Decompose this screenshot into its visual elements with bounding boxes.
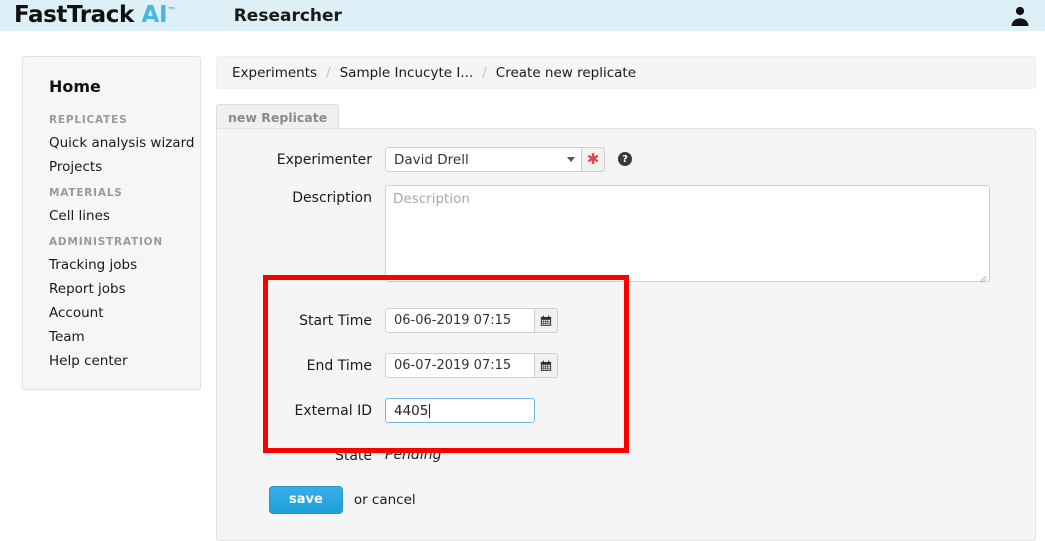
- breadcrumb-item-experiments[interactable]: Experiments: [232, 65, 317, 81]
- tab-new-replicate[interactable]: new Replicate: [216, 104, 340, 129]
- replicate-form-panel-wrap: new Replicate Experimenter David Drell ✱…: [216, 103, 1036, 541]
- external-id-value: 4405: [394, 402, 429, 419]
- breadcrumb-separator: /: [326, 64, 331, 81]
- description-label: Description: [292, 190, 372, 206]
- or-text: or: [353, 492, 372, 508]
- app-logo[interactable]: FastTrack AI™: [14, 4, 176, 27]
- sidebar-item-help-center[interactable]: Help center: [23, 349, 200, 373]
- sidebar-item-tracking-jobs[interactable]: Tracking jobs: [23, 253, 200, 277]
- form-row-state: State Pending: [217, 443, 1035, 464]
- user-avatar-icon[interactable]: [1008, 4, 1032, 28]
- experimenter-selected-value: David Drell: [394, 151, 469, 168]
- save-button[interactable]: save: [269, 486, 343, 514]
- form-row-experimenter: Experimenter David Drell ✱ ?: [217, 147, 1035, 172]
- breadcrumb: Experiments / Sample Incucyte I... / Cre…: [216, 56, 1036, 89]
- sidebar-group-replicates: REPLICATES: [49, 114, 128, 126]
- sidebar-item-account[interactable]: Account: [23, 301, 200, 325]
- help-icon[interactable]: ?: [618, 152, 632, 166]
- sidebar-item-projects[interactable]: Projects: [23, 155, 200, 179]
- sidebar-item-cell-lines[interactable]: Cell lines: [23, 204, 200, 228]
- sidebar-group-administration: ADMINISTRATION: [49, 236, 163, 248]
- page-title: Researcher: [233, 5, 342, 26]
- form-row-external-id: External ID 4405: [217, 398, 1035, 423]
- form-row-description: Description Description: [217, 185, 1035, 283]
- description-textarea[interactable]: Description: [385, 185, 990, 283]
- sidebar-item-home[interactable]: Home: [23, 71, 200, 106]
- breadcrumb-item-create-new-replicate: Create new replicate: [495, 64, 637, 81]
- cancel-area: or cancel: [354, 492, 416, 508]
- cancel-link[interactable]: cancel: [372, 492, 416, 508]
- sidebar-item-report-jobs[interactable]: Report jobs: [23, 277, 200, 301]
- sidebar: Home REPLICATES Quick analysis wizard Pr…: [22, 56, 201, 390]
- experimenter-select[interactable]: David Drell: [385, 147, 582, 172]
- form-actions: save or cancel: [269, 486, 1035, 514]
- form-row-end-time: End Time 06-07-2019 07:15: [217, 353, 1035, 378]
- calendar-icon[interactable]: [535, 308, 558, 333]
- logo-text-accent: AI: [141, 2, 168, 28]
- external-id-input[interactable]: 4405: [385, 398, 535, 423]
- state-value: Pending: [385, 447, 442, 463]
- sidebar-group-materials: MATERIALS: [49, 187, 123, 199]
- app-header: FastTrack AI™ Researcher: [0, 0, 1045, 31]
- breadcrumb-separator: /: [482, 64, 487, 81]
- description-placeholder: Description: [393, 191, 470, 207]
- text-cursor: [429, 403, 431, 418]
- logo-text-main: FastTrack: [14, 2, 134, 28]
- calendar-icon[interactable]: [535, 353, 558, 378]
- external-id-label: External ID: [294, 403, 372, 419]
- experimenter-required-button[interactable]: ✱: [582, 147, 605, 172]
- start-time-input[interactable]: 06-06-2019 07:15: [385, 308, 535, 333]
- end-time-input[interactable]: 06-07-2019 07:15: [385, 353, 535, 378]
- experimenter-label: Experimenter: [276, 152, 372, 168]
- page-body: Home REPLICATES Quick analysis wizard Pr…: [0, 31, 1045, 541]
- form-row-start-time: Start Time 06-06-2019 07:15: [217, 308, 1035, 333]
- state-label: State: [334, 448, 372, 464]
- breadcrumb-item-sample-incucyte[interactable]: Sample Incucyte I...: [340, 65, 474, 81]
- replicate-form: Experimenter David Drell ✱ ? Description: [216, 128, 1036, 541]
- resize-handle-icon[interactable]: [978, 271, 987, 283]
- start-time-label: Start Time: [299, 313, 372, 329]
- chevron-down-icon: [567, 157, 575, 162]
- sidebar-item-team[interactable]: Team: [23, 325, 200, 349]
- main-content: Experiments / Sample Incucyte I... / Cre…: [216, 56, 1036, 541]
- end-time-label: End Time: [306, 358, 372, 374]
- sidebar-item-quick-analysis-wizard[interactable]: Quick analysis wizard: [23, 131, 200, 155]
- logo-trademark: ™: [167, 6, 176, 17]
